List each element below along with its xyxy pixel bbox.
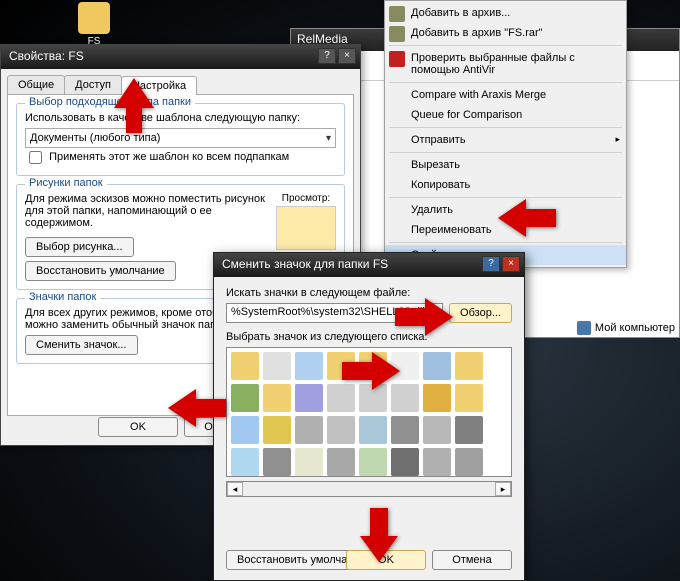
icon-list-item[interactable] [423, 448, 451, 476]
ctx-separator [389, 197, 622, 198]
icon-list-item[interactable] [295, 416, 323, 444]
icon-list-item[interactable] [359, 352, 387, 380]
apply-subfolders-checkbox[interactable]: Применять этот же шаблон ко всем подпапк… [25, 151, 289, 163]
icon-list-item[interactable] [423, 352, 451, 380]
ctx-check-antivir[interactable]: Проверить выбранные файлы с помощью Anti… [385, 48, 626, 80]
icon-list-item[interactable] [423, 384, 451, 412]
ctx-separator [389, 242, 622, 243]
browse-button[interactable]: Обзор... [449, 303, 512, 323]
icon-list-item[interactable] [359, 416, 387, 444]
icon-list-scrollbar[interactable]: ◂ ▸ [226, 481, 512, 497]
icon-list-item[interactable] [455, 352, 483, 380]
icon-list-item[interactable] [391, 448, 419, 476]
ctx-delete[interactable]: Удалить [385, 200, 626, 220]
icon-list-item[interactable] [231, 448, 259, 476]
icon-list-item[interactable] [263, 352, 291, 380]
apply-subfolders-input[interactable] [29, 151, 42, 164]
icon-list-item[interactable] [295, 352, 323, 380]
archive-icon [389, 26, 405, 42]
properties-titlebar[interactable]: Свойства: FS ? × [1, 45, 360, 69]
computer-icon [577, 321, 591, 335]
change-icon-ok-button[interactable]: OK [346, 550, 426, 570]
tab-general[interactable]: Общие [7, 75, 65, 94]
properties-ok-button[interactable]: OK [98, 417, 178, 437]
change-icon-button[interactable]: Сменить значок... [25, 335, 138, 355]
template-label: Использовать в качестве шаблона следующу… [25, 112, 336, 124]
preview-label: Просмотр: [276, 193, 336, 204]
group-folder-pictures-title: Рисунки папок [25, 177, 107, 189]
search-in-file-label: Искать значки в следующем файле: [226, 287, 512, 299]
icon-list-item[interactable] [391, 352, 419, 380]
icon-list-item[interactable] [455, 384, 483, 412]
ctx-add-archive[interactable]: Добавить в архив... [385, 3, 626, 23]
ctx-separator [389, 127, 622, 128]
desktop-folder-fs[interactable]: FS [70, 2, 118, 47]
close-button[interactable]: × [338, 48, 356, 64]
change-icon-title-text: Сменить значок для папки FS [222, 257, 388, 271]
tab-access[interactable]: Доступ [64, 75, 122, 94]
ctx-rename[interactable]: Переименовать [385, 220, 626, 240]
archive-icon [389, 6, 405, 22]
icon-list-item[interactable] [263, 416, 291, 444]
icon-list-item[interactable] [359, 384, 387, 412]
icon-list-item[interactable] [231, 416, 259, 444]
preview-thumbnail [276, 206, 336, 250]
group-folder-type-title: Выбор подходящего типа папки [25, 96, 195, 108]
icon-list-item[interactable] [359, 448, 387, 476]
ctx-send-to[interactable]: Отправить [385, 130, 626, 150]
icon-list-item[interactable] [231, 352, 259, 380]
icon-list-item[interactable] [391, 384, 419, 412]
close-button[interactable]: × [502, 256, 520, 272]
icon-list-item[interactable] [295, 384, 323, 412]
change-icon-titlebar[interactable]: Сменить значок для папки FS ? × [214, 253, 524, 277]
scroll-right-button[interactable]: ▸ [495, 482, 511, 496]
help-button[interactable]: ? [318, 48, 336, 64]
icon-list-item[interactable] [231, 384, 259, 412]
ctx-separator [389, 152, 622, 153]
icon-list-item[interactable] [327, 384, 355, 412]
ctx-cut[interactable]: Вырезать [385, 155, 626, 175]
icon-list-item[interactable] [455, 448, 483, 476]
tab-strip: Общие Доступ Настройка [1, 69, 360, 94]
icon-path-input[interactable]: %SystemRoot%\system32\SHELL32.dll [226, 303, 443, 323]
status-my-computer: Мой компьютер [577, 321, 675, 335]
icon-list-item[interactable] [455, 416, 483, 444]
icon-list-item[interactable] [263, 448, 291, 476]
icon-list-item[interactable] [391, 416, 419, 444]
ctx-copy[interactable]: Копировать [385, 175, 626, 195]
restore-default-picture-button[interactable]: Восстановить умолчание [25, 261, 176, 281]
pictures-description: Для режима эскизов можно поместить рисун… [25, 193, 268, 229]
icon-list-item[interactable] [263, 384, 291, 412]
ctx-add-archive-fs[interactable]: Добавить в архив "FS.rar" [385, 23, 626, 43]
icon-list-item[interactable] [327, 448, 355, 476]
icon-list-item[interactable] [295, 448, 323, 476]
folder-icon [78, 2, 110, 34]
antivir-icon [389, 51, 405, 67]
ctx-compare-araxis[interactable]: Compare with Araxis Merge [385, 85, 626, 105]
ctx-separator [389, 45, 622, 46]
icon-list[interactable] [226, 347, 512, 477]
icon-list-item[interactable] [327, 416, 355, 444]
icon-list-item[interactable] [423, 416, 451, 444]
change-icon-dialog: Сменить значок для папки FS ? × Искать з… [213, 252, 525, 581]
ctx-separator [389, 82, 622, 83]
context-menu: Добавить в архив... Добавить в архив "FS… [384, 0, 627, 268]
help-button[interactable]: ? [482, 256, 500, 272]
group-folder-type: Выбор подходящего типа папки Использоват… [16, 103, 345, 176]
icon-list-item[interactable] [327, 352, 355, 380]
properties-title-text: Свойства: FS [9, 49, 84, 63]
scroll-left-button[interactable]: ◂ [227, 482, 243, 496]
group-folder-icons-title: Значки папок [25, 291, 100, 303]
template-combobox[interactable]: Документы (любого типа) [25, 128, 336, 148]
tab-settings[interactable]: Настройка [121, 76, 197, 95]
change-icon-cancel-button[interactable]: Отмена [432, 550, 512, 570]
ctx-queue-compare[interactable]: Queue for Comparison [385, 105, 626, 125]
select-icon-label: Выбрать значок из следующего списка: [226, 331, 512, 343]
choose-picture-button[interactable]: Выбор рисунка... [25, 237, 134, 257]
